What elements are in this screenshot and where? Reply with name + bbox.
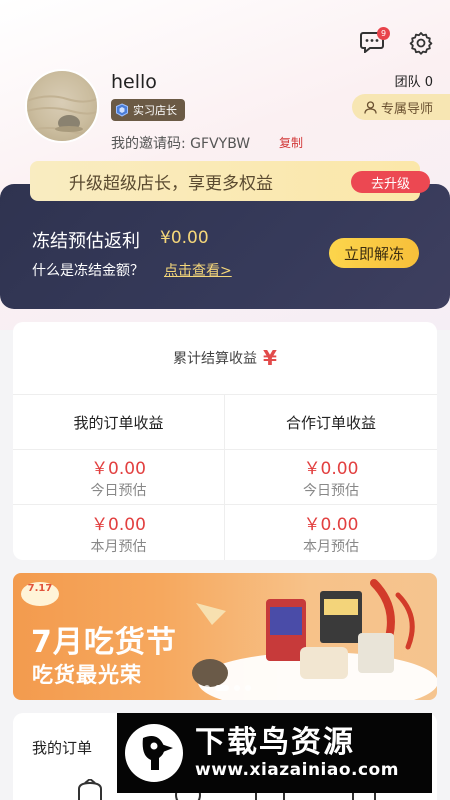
watermark-title: 下载鸟资源 — [195, 725, 355, 760]
upgrade-banner: 升级超级店长，享更多权益 去升级 — [30, 161, 430, 201]
upgrade-text: 升级超级店长，享更多权益 — [69, 173, 273, 194]
earnings-label: 今日预估 — [303, 483, 359, 499]
my-orders-title: 我的订单 — [32, 739, 93, 757]
carousel-indicator — [204, 685, 251, 691]
mentor-label: 专属导师 — [381, 101, 434, 117]
carousel-dot[interactable] — [215, 685, 229, 691]
yen-icon: ¥ — [263, 346, 277, 370]
mentor-button[interactable]: 专属导师 — [352, 94, 450, 120]
copy-button[interactable]: 复制 — [279, 134, 303, 151]
earnings-title: 累计结算收益 — [173, 351, 258, 367]
partner-order-earnings-title: 合作订单收益 — [225, 395, 437, 450]
person-icon — [364, 100, 377, 114]
frozen-rebate-card: 冻结预估返利 ¥0.00 什么是冻结金额？ 点击查看> 立即解冻 — [0, 184, 450, 309]
frozen-title: 冻结预估返利 — [32, 231, 140, 252]
wallet-icon[interactable] — [73, 779, 107, 800]
promo-banner[interactable]: 7.17 7月吃货节 吃货最光荣 — [13, 573, 437, 700]
shield-icon — [116, 103, 128, 117]
promo-tag-text: 7.17 — [28, 583, 53, 594]
earnings-value: ￥0.00 — [91, 514, 146, 535]
frozen-question: 什么是冻结金额？ — [32, 263, 144, 279]
carousel-dot[interactable] — [245, 685, 251, 691]
my-order-earnings-title: 我的订单收益 — [13, 395, 225, 450]
level-badge: 实习店长 — [111, 99, 185, 121]
promo-title: 7月吃货节 — [31, 625, 177, 660]
invite-code: 我的邀请码: GFVYBW — [111, 136, 251, 152]
earnings-value: ￥0.00 — [91, 459, 146, 479]
avatar[interactable] — [25, 69, 99, 143]
earnings-label: 本月预估 — [303, 538, 359, 555]
username: hello — [111, 71, 157, 93]
settings-icon — [409, 32, 433, 55]
frozen-info-link[interactable]: 点击查看> — [164, 260, 232, 280]
earnings-header[interactable]: 累计结算收益 ¥ — [13, 322, 437, 395]
upgrade-button[interactable]: 去升级 — [351, 171, 430, 193]
carousel-dot[interactable] — [204, 685, 210, 691]
watermark-overlay: 下载鸟资源 www.xiazainiao.com — [117, 713, 432, 793]
earnings-label: 本月预估 — [90, 538, 147, 555]
my-month-earnings[interactable]: ￥0.00 本月预估 — [13, 505, 225, 560]
partner-today-earnings[interactable]: ￥0.00 今日预估 — [225, 450, 437, 505]
unfreeze-button[interactable]: 立即解冻 — [329, 238, 419, 268]
partner-month-earnings[interactable]: ￥0.00 本月预估 — [225, 505, 437, 560]
earnings-grid: 我的订单收益 合作订单收益 ￥0.00 今日预估 ￥0.00 今日预估 ￥0.0… — [13, 395, 437, 560]
earnings-label: 今日预估 — [90, 483, 147, 499]
carousel-dot[interactable] — [234, 685, 240, 691]
my-today-earnings[interactable]: ￥0.00 今日预估 — [13, 450, 225, 505]
festival-tag-icon: 7.17 — [21, 582, 59, 606]
team-count[interactable]: 团队 0 — [395, 71, 433, 90]
frozen-amount: ¥0.00 — [160, 228, 209, 248]
message-count-badge: 9 — [377, 27, 390, 40]
settings-button[interactable] — [408, 30, 434, 56]
earnings-value: ￥0.00 — [303, 459, 359, 479]
food-basket-image — [192, 579, 437, 700]
earnings-card: 累计结算收益 ¥ 我的订单收益 合作订单收益 ￥0.00 今日预估 ￥0.00 … — [13, 322, 437, 560]
promo-subtitle: 吃货最光荣 — [32, 663, 142, 687]
level-label: 实习店长 — [133, 104, 177, 117]
message-button[interactable]: 9 — [359, 27, 390, 54]
earnings-value: ￥0.00 — [303, 514, 359, 535]
bird-logo-icon — [125, 724, 183, 782]
watermark-url: www.xiazainiao.com — [195, 760, 399, 780]
